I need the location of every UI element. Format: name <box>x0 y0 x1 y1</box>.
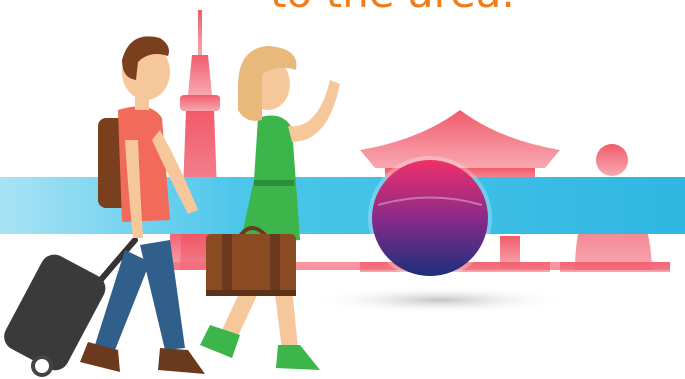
travel-bag-icon <box>206 226 296 296</box>
travel-scene <box>0 10 685 377</box>
taegeuk-circle-icon <box>368 156 492 280</box>
illustration-stage: to the area. <box>0 0 685 379</box>
ground-shadow <box>310 286 570 314</box>
